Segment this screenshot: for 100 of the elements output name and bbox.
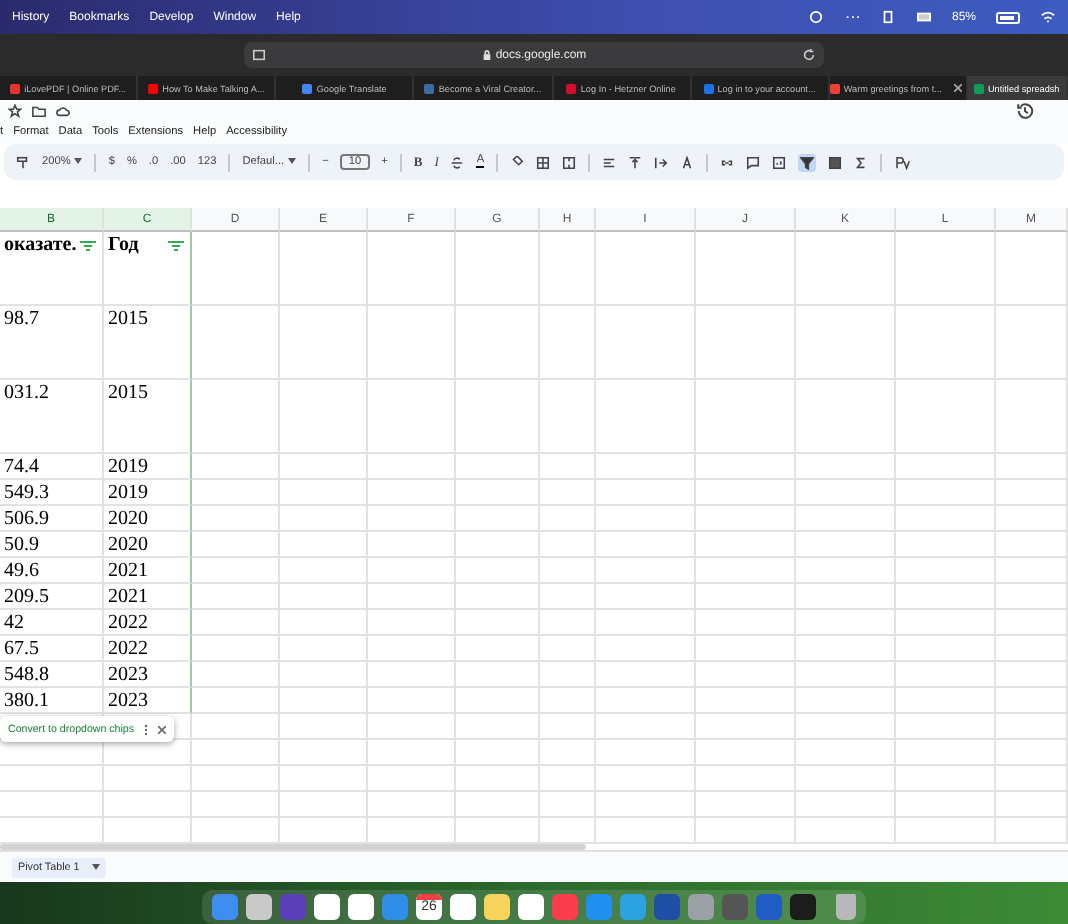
table-cell: 2021 bbox=[104, 558, 192, 584]
table-cell bbox=[896, 380, 996, 454]
table-cell bbox=[696, 714, 796, 740]
table-cell bbox=[696, 454, 796, 480]
table-cell bbox=[596, 584, 696, 610]
table-cell bbox=[280, 506, 368, 532]
table-cell bbox=[456, 584, 540, 610]
table-cell bbox=[996, 688, 1068, 714]
wifi-icon[interactable] bbox=[1040, 10, 1056, 24]
battery-icon[interactable] bbox=[996, 11, 1020, 23]
table-cell bbox=[192, 766, 280, 792]
table-cell bbox=[456, 766, 540, 792]
table-cell bbox=[280, 480, 368, 506]
table-cell bbox=[796, 380, 896, 454]
app-icon[interactable] bbox=[450, 893, 476, 919]
app-icon[interactable] bbox=[246, 893, 272, 919]
filter-icon[interactable] bbox=[168, 240, 184, 252]
table-cell bbox=[796, 662, 896, 688]
table-cell bbox=[456, 480, 540, 506]
app-icon[interactable] bbox=[484, 893, 510, 919]
table-cell bbox=[280, 306, 368, 380]
table-cell bbox=[192, 506, 280, 532]
filter-icon[interactable] bbox=[80, 240, 96, 252]
table-cell bbox=[192, 584, 280, 610]
sigma-icon[interactable] bbox=[854, 155, 869, 169]
table-cell bbox=[368, 610, 456, 636]
caret-icon bbox=[288, 158, 297, 164]
table-cell: 2022 bbox=[104, 636, 192, 662]
reload-icon[interactable] bbox=[802, 48, 816, 62]
sidebar-icon[interactable] bbox=[252, 48, 266, 62]
table-cell bbox=[696, 306, 796, 380]
table-cell bbox=[596, 688, 696, 714]
cloud-icon[interactable] bbox=[56, 103, 70, 117]
strikethrough-icon[interactable] bbox=[450, 155, 465, 169]
table-cell bbox=[280, 662, 368, 688]
table-cell: 2020 bbox=[104, 532, 192, 558]
table-cell bbox=[192, 636, 280, 662]
table-cell bbox=[896, 480, 996, 506]
scrollbar[interactable] bbox=[0, 844, 586, 850]
app-icon[interactable] bbox=[518, 893, 544, 919]
table-cell bbox=[280, 740, 368, 766]
table-cell: 2023 bbox=[104, 662, 192, 688]
table-cell: 031.2 bbox=[0, 380, 104, 454]
filter-button[interactable] bbox=[798, 153, 817, 171]
table-cell: 49.6 bbox=[0, 558, 104, 584]
table-cell bbox=[368, 792, 456, 818]
app-icon[interactable] bbox=[348, 893, 374, 919]
paint-format-icon[interactable] bbox=[16, 155, 30, 169]
star-icon[interactable] bbox=[8, 103, 22, 117]
close-icon[interactable] bbox=[953, 84, 962, 92]
comment-icon[interactable] bbox=[746, 155, 761, 169]
table-cell bbox=[796, 584, 896, 610]
table-cell bbox=[796, 532, 896, 558]
table-cell bbox=[896, 792, 996, 818]
valign-icon[interactable] bbox=[628, 155, 643, 169]
table-cell bbox=[996, 380, 1068, 454]
table-cell bbox=[456, 558, 540, 584]
table-cell bbox=[280, 380, 368, 454]
merge-icon[interactable] bbox=[562, 155, 577, 169]
table-cell bbox=[696, 740, 796, 766]
table-cell bbox=[368, 506, 456, 532]
table-cell bbox=[796, 740, 896, 766]
dots-icon[interactable] bbox=[843, 10, 860, 24]
borders-icon[interactable] bbox=[536, 155, 551, 169]
table-cell bbox=[368, 766, 456, 792]
table-cell bbox=[796, 232, 896, 306]
table-cell bbox=[796, 688, 896, 714]
table-cell: 42 bbox=[0, 610, 104, 636]
align-icon[interactable] bbox=[602, 155, 617, 169]
caret-icon bbox=[91, 864, 100, 870]
history-icon[interactable] bbox=[1016, 101, 1034, 119]
table-cell bbox=[596, 558, 696, 584]
folder-icon[interactable] bbox=[32, 103, 46, 117]
table-cell bbox=[540, 306, 596, 380]
table-cell bbox=[368, 380, 456, 454]
chart-icon[interactable] bbox=[772, 155, 787, 169]
app-icon[interactable] bbox=[314, 893, 340, 919]
app-icon[interactable] bbox=[790, 893, 816, 919]
more-icon[interactable] bbox=[144, 723, 149, 735]
table-cell bbox=[996, 792, 1068, 818]
table-cell bbox=[896, 584, 996, 610]
table-cell bbox=[368, 306, 456, 380]
document-icon[interactable] bbox=[879, 10, 896, 24]
fill-color-icon[interactable] bbox=[510, 155, 525, 169]
input-tools-icon[interactable] bbox=[894, 155, 915, 169]
close-icon[interactable] bbox=[158, 725, 167, 733]
table-cell bbox=[456, 740, 540, 766]
table-cell bbox=[596, 454, 696, 480]
table-cell bbox=[996, 454, 1068, 480]
table-cell bbox=[796, 558, 896, 584]
table-cell bbox=[696, 506, 796, 532]
table-cell bbox=[996, 532, 1068, 558]
wrap-icon[interactable] bbox=[654, 155, 669, 169]
table-cell bbox=[280, 766, 368, 792]
table-cell: 506.9 bbox=[0, 506, 104, 532]
table-cell bbox=[192, 454, 280, 480]
link-icon[interactable] bbox=[720, 155, 735, 169]
table-cell bbox=[280, 232, 368, 306]
table-cell bbox=[596, 636, 696, 662]
table-cell: 2020 bbox=[104, 506, 192, 532]
